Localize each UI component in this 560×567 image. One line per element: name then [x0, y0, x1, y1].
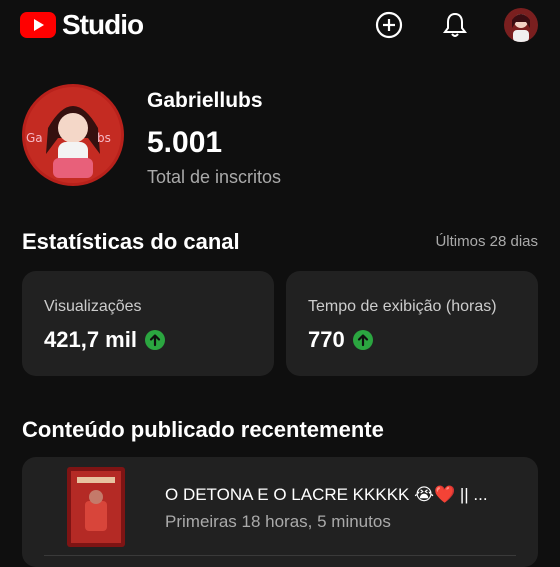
channel-name: Gabriellubs: [147, 89, 263, 112]
brand-name: Studio: [62, 9, 144, 40]
watch-time-label: Tempo de exibição (horas): [308, 298, 497, 315]
studio-logo[interactable]: Studio: [20, 9, 144, 40]
stats-heading: Estatísticas do canal: [22, 229, 240, 254]
channel-header: Ga bs Gabriellubs 5.001 Total de inscrit…: [22, 84, 542, 194]
recent-content-card: O DETONA E O LACRE KKKKK 😭❤️ || ... Prim…: [22, 457, 538, 567]
views-card[interactable]: Visualizações 421,7 mil: [22, 271, 274, 376]
views-value-row: 421,7 mil: [44, 327, 165, 353]
watch-time-value-row: 770: [308, 327, 373, 353]
video-meta: Primeiras 18 horas, 5 minutos: [165, 512, 391, 531]
top-bar: Studio: [0, 0, 560, 50]
divider: [44, 555, 516, 556]
watch-time-card[interactable]: Tempo de exibição (horas) 770: [286, 271, 538, 376]
views-value: 421,7 mil: [44, 327, 137, 352]
watch-time-value: 770: [308, 327, 345, 352]
notifications-button[interactable]: [438, 8, 472, 42]
video-thumbnail[interactable]: [67, 467, 125, 547]
trend-up-icon: [352, 330, 373, 350]
account-avatar[interactable]: [504, 8, 538, 42]
views-label: Visualizações: [44, 298, 142, 315]
channel-avatar[interactable]: Ga bs: [22, 84, 124, 186]
svg-text:bs: bs: [97, 131, 111, 145]
stats-period[interactable]: Últimos 28 dias: [435, 233, 538, 250]
subscriber-count: 5.001: [147, 126, 223, 159]
video-title[interactable]: O DETONA E O LACRE KKKKK 😭❤️ || ...: [165, 485, 525, 505]
recent-content-heading: Conteúdo publicado recentemente: [22, 417, 384, 442]
channel-avatar-image: Ga bs: [22, 84, 124, 186]
create-button[interactable]: [372, 8, 406, 42]
trend-up-icon: [144, 330, 165, 350]
create-icon: [375, 11, 403, 39]
thumbnail-image: [67, 467, 125, 547]
avatar-lettering: Ga: [26, 131, 43, 145]
youtube-logo-icon: [20, 12, 56, 38]
subscriber-label: Total de inscritos: [147, 167, 282, 187]
bell-icon: [443, 12, 467, 37]
avatar-icon: [504, 8, 538, 42]
